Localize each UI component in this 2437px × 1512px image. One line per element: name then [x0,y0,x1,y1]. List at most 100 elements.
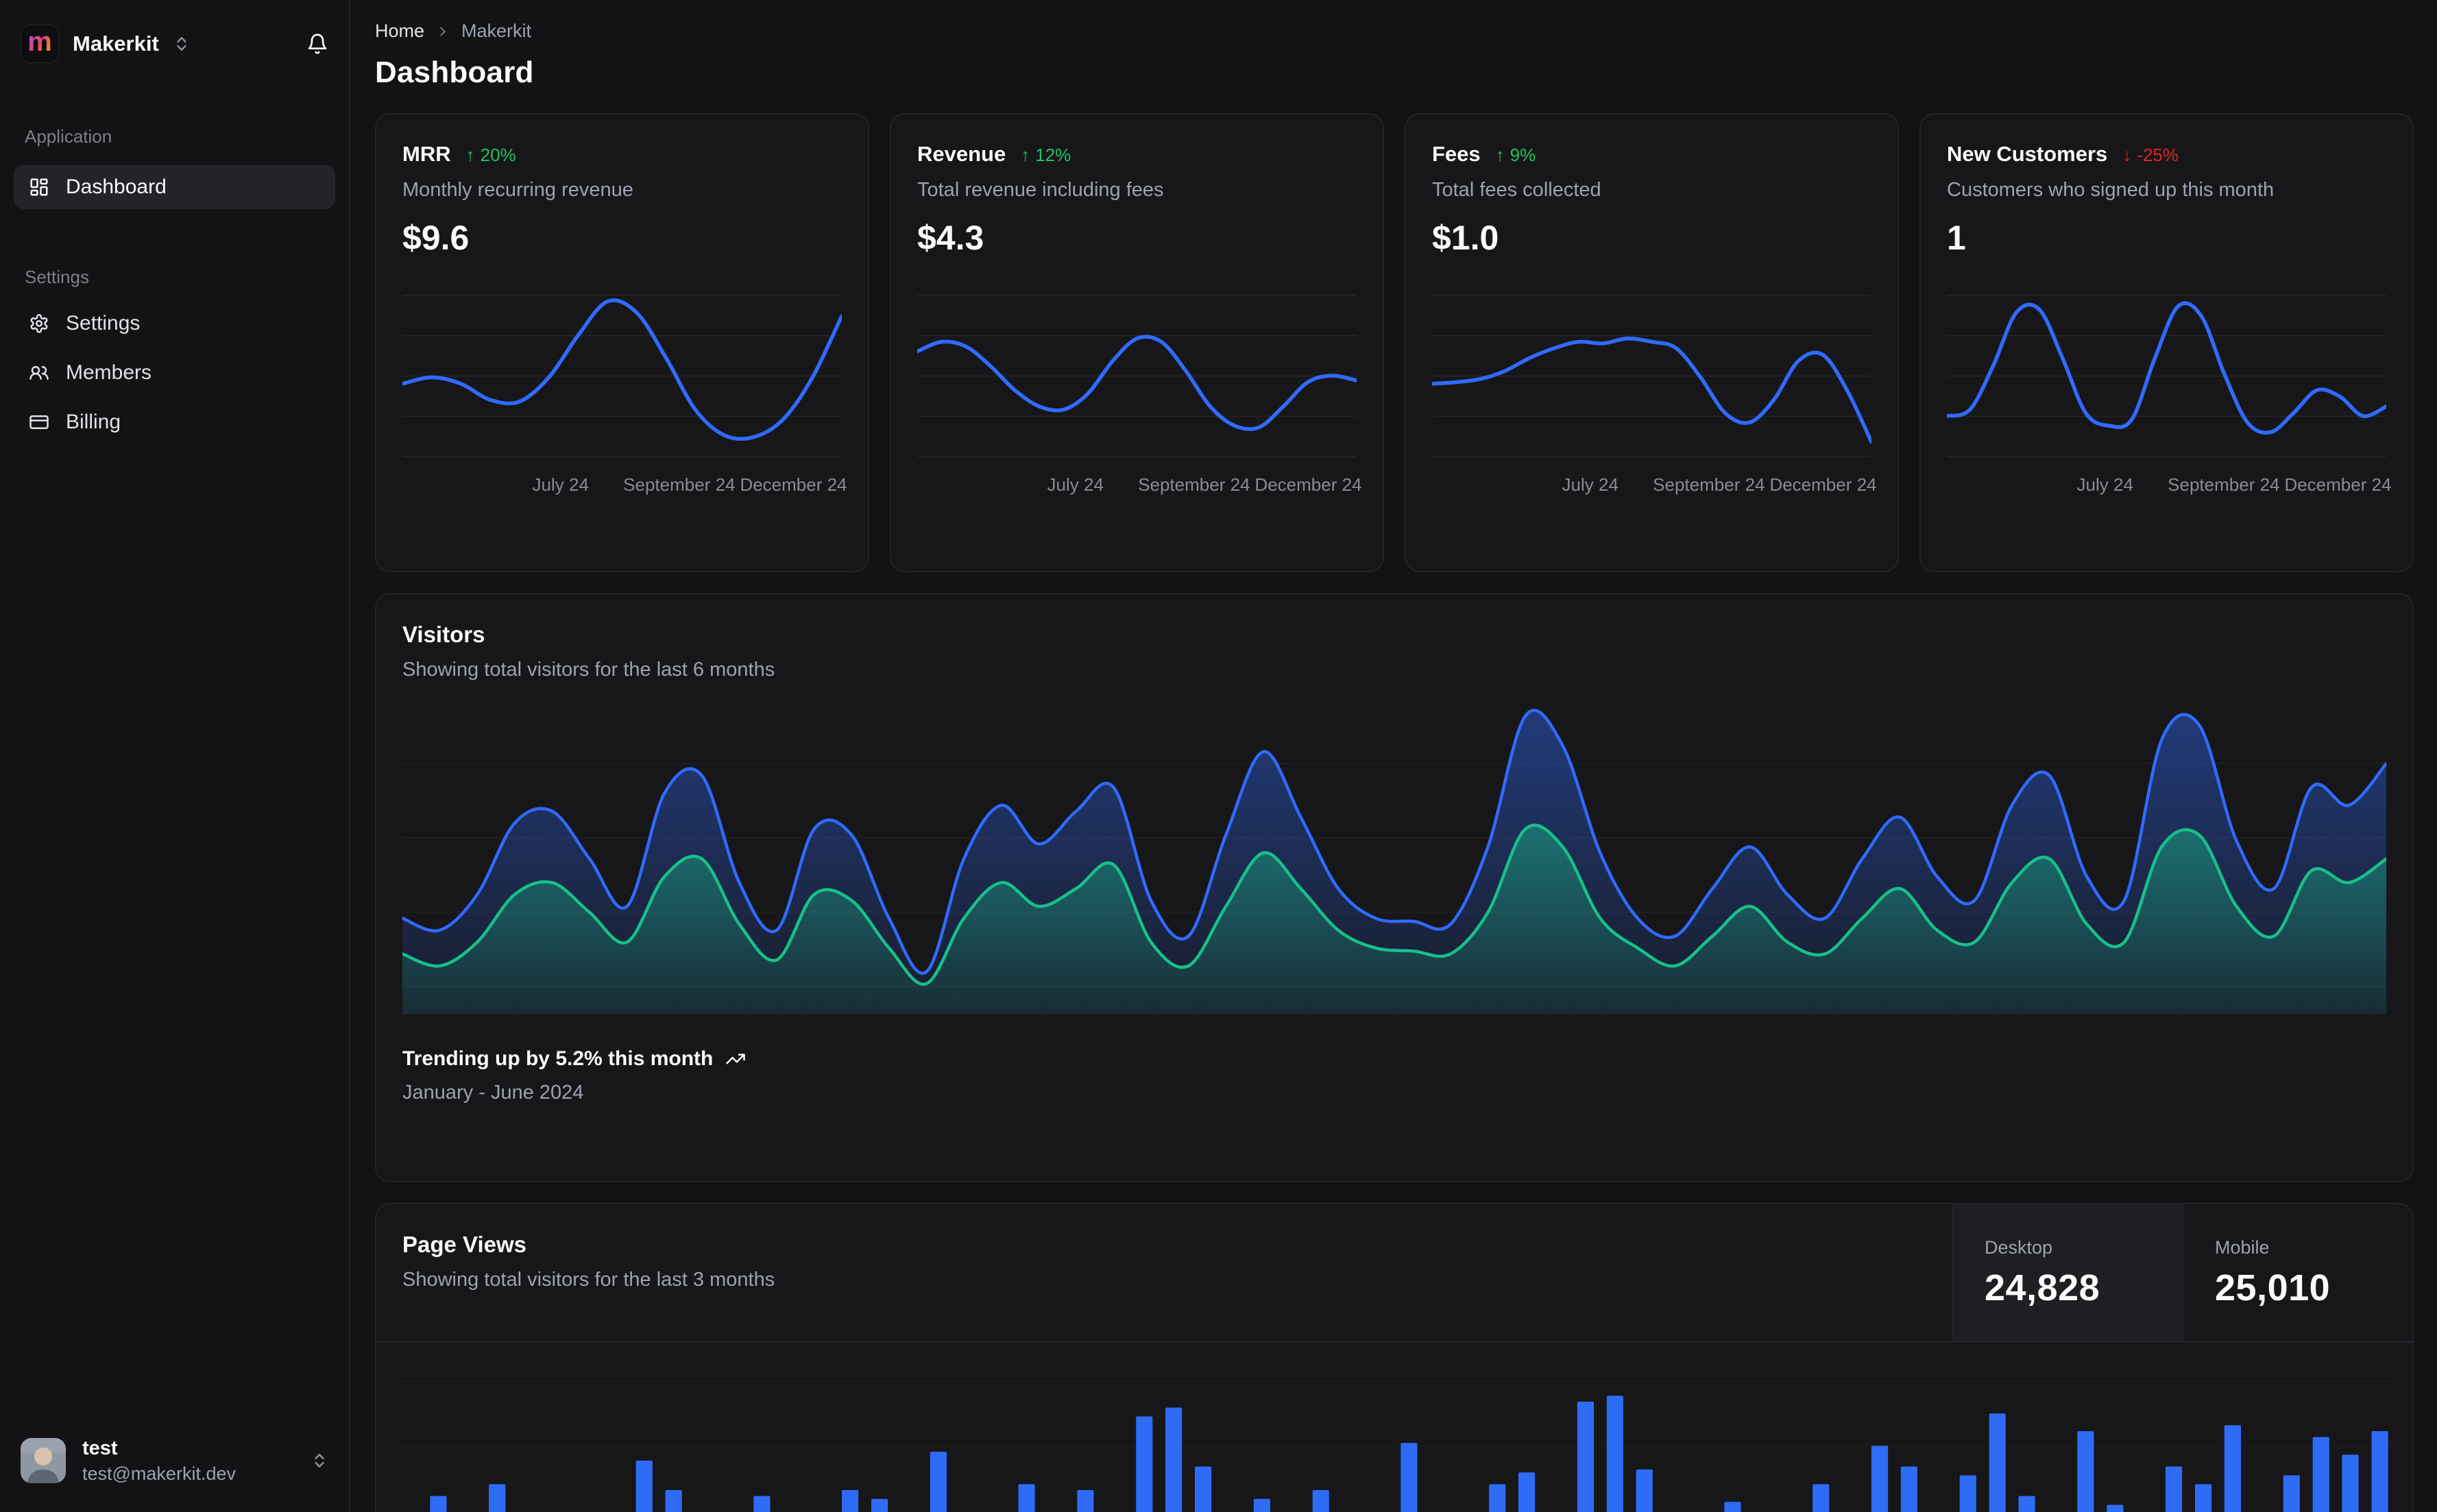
x-tick: December 24 [740,474,847,495]
user-email: test@makerkit.dev [82,1463,236,1484]
app-window: m Makerkit Application Dashboard Setting… [0,0,2437,1512]
toggle-label: Mobile [2215,1236,2270,1258]
x-tick: December 24 [1254,474,1362,495]
trending-up-icon [725,1049,746,1069]
toggle-value: 24,828 [1985,1267,2100,1308]
brand-name: Makerkit [73,32,159,56]
stat-card-revenue: Revenue ↑ 12% Total revenue including fee… [890,113,1384,572]
stat-value: $4.3 [917,219,984,257]
stat-subtitle: Customers who signed up this month [1947,179,2275,201]
stat-card-fees: Fees ↑ 9% Total fees collected $1.0 July … [1405,113,1899,572]
users-icon [29,363,49,383]
sidebar-item-label: Members [66,361,152,384]
brand-logo: m [21,25,59,63]
breadcrumb-home[interactable]: Home [375,21,424,42]
workspace-selector[interactable]: m Makerkit [0,0,349,63]
trend-value: 9% [1510,145,1536,165]
breadcrumb: Home Makerkit [375,0,2414,42]
visitors-footer: Trending up by 5.2% this month [402,1047,2386,1071]
gear-icon [29,313,49,334]
chevrons-up-down-icon [311,1452,328,1470]
page-views-bar-chart [430,1395,2388,1512]
sidebar-item-dashboard[interactable]: Dashboard [14,165,335,209]
user-info: test test@makerkit.dev [82,1437,236,1485]
x-tick: September 24 [623,474,736,495]
arrow-up-icon: ↑ [1495,145,1505,165]
stat-title: Fees [1432,142,1481,166]
avatar [21,1438,66,1483]
page-views-titles: Page Views Showing total visitors for th… [376,1204,1952,1341]
bell-icon[interactable] [306,33,328,55]
nav-group-application: Application [25,126,112,147]
x-tick: July 24 [1047,474,1104,495]
chevron-right-icon [435,24,450,39]
sidebar-item-label: Dashboard [66,175,167,198]
x-tick: September 24 [2168,474,2280,495]
visitors-area-chart [402,709,2386,1014]
stat-value: 1 [1947,219,1966,257]
toggle-value: 25,010 [2215,1267,2331,1308]
page-views-card: Page Views Showing total visitors for th… [375,1203,2414,1512]
trend-value: 12% [1035,145,1071,165]
stat-card-mrr: MRR ↑ 20% Monthly recurring revenue $9.6 … [375,113,869,572]
x-tick: September 24 [1653,474,1765,495]
visitors-subtitle: Showing total visitors for the last 6 mo… [402,659,775,681]
trend-badge-up: ↑ 20% [466,145,516,166]
trend-badge-up: ↑ 9% [1496,145,1536,166]
sparkline-chart: July 24 September 24 December 24 [1432,286,1877,502]
sidebar-item-label: Billing [66,411,121,433]
visitors-trending-text: Trending up by 5.2% this month [402,1047,714,1070]
stat-card-new-customers: New Customers ↓ -25% Customers who signed… [1919,113,2414,572]
x-axis: July 24 September 24 December 24 [1432,472,1877,502]
toggle-label: Desktop [1985,1236,2053,1258]
page-views-title: Page Views [402,1232,527,1257]
stat-subtitle: Total revenue including fees [917,179,1164,201]
sidebar: m Makerkit Application Dashboard Setting… [0,0,350,1512]
arrow-down-icon: ↓ [2122,145,2132,165]
page-views-subtitle: Showing total visitors for the last 3 mo… [402,1269,775,1291]
main-content: Home Makerkit Dashboard MRR ↑ 20% Monthly… [352,0,2437,1512]
layout-dashboard-icon [29,177,49,197]
x-tick: December 24 [2284,474,2392,495]
credit-card-icon [29,412,49,432]
trend-value: 20% [480,145,516,165]
stat-title: Revenue [917,142,1006,166]
stat-value: $9.6 [402,219,470,257]
breadcrumb-current[interactable]: Makerkit [461,21,531,42]
trend-value: -25% [2137,145,2179,165]
sidebar-item-label: Settings [66,312,141,334]
x-tick: December 24 [1769,474,1877,495]
sparkline-chart: July 24 September 24 December 24 [917,286,1362,502]
chevrons-up-down-icon [173,35,191,53]
sparkline-chart: July 24 September 24 December 24 [1947,286,2392,502]
stat-subtitle: Monthly recurring revenue [402,179,633,201]
x-tick: July 24 [1562,474,1618,495]
page-views-chart-wrap [376,1343,2412,1512]
nav-group-settings: Settings [25,267,89,287]
user-menu[interactable]: test test@makerkit.dev [0,1409,349,1512]
user-name: test [82,1437,118,1460]
x-tick: July 24 [532,474,589,495]
arrow-up-icon: ↑ [465,145,475,165]
x-axis: July 24 September 24 December 24 [917,472,1362,502]
x-axis: July 24 September 24 December 24 [402,472,847,502]
sidebar-item-settings[interactable]: Settings [0,299,349,348]
arrow-up-icon: ↑ [1021,145,1030,165]
stat-cards-row: MRR ↑ 20% Monthly recurring revenue $9.6 … [375,113,2414,572]
trend-badge-down: ↓ -25% [2122,145,2179,166]
sidebar-item-billing[interactable]: Billing [0,398,349,447]
sidebar-item-members[interactable]: Members [0,348,349,398]
visitors-title: Visitors [402,622,485,647]
toggle-mobile[interactable]: Mobile 25,010 [2182,1204,2412,1341]
stat-value: $1.0 [1432,219,1499,257]
brand-logo-m: m [27,27,52,57]
stat-title: MRR [402,142,451,166]
x-tick: September 24 [1138,474,1250,495]
visitors-card: Visitors Showing total visitors for the … [375,593,2414,1182]
x-tick: July 24 [2076,474,2133,495]
page-views-header: Page Views Showing total visitors for th… [376,1204,2412,1343]
toggle-desktop[interactable]: Desktop 24,828 [1952,1204,2182,1341]
visitors-period: January - June 2024 [402,1082,584,1103]
trend-badge-up: ↑ 12% [1021,145,1071,166]
sparkline-chart: July 24 September 24 December 24 [402,286,847,502]
